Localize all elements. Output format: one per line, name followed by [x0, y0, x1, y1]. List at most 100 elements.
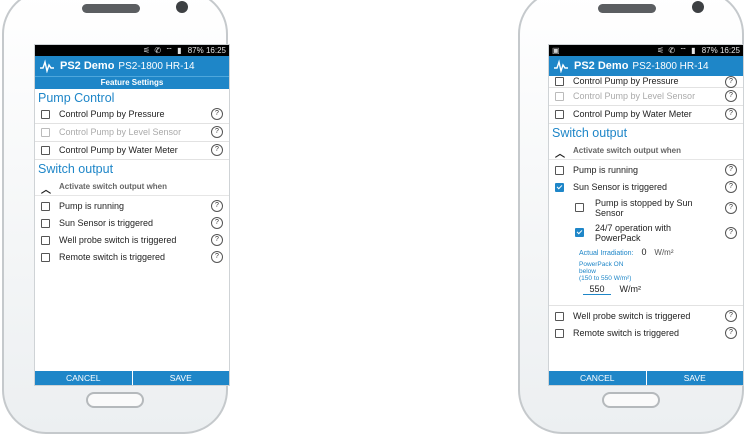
powerpack-line-1: PowerPack ON — [579, 261, 624, 268]
signal-icons: ⚟ ✆ ⌔ ▮ — [143, 46, 183, 55]
help-icon[interactable]: ? — [211, 251, 223, 263]
switch-item-label: Pump is running — [573, 165, 639, 175]
switch-item-remote[interactable]: Remote switch is triggered ? — [549, 325, 743, 342]
status-time: 16:25 — [205, 46, 226, 55]
help-icon[interactable]: ? — [211, 126, 223, 138]
help-icon[interactable]: ? — [725, 227, 737, 239]
status-time: 16:25 — [719, 46, 740, 55]
switch-item-label: Remote switch is triggered — [573, 328, 680, 338]
powerpack-threshold-unit: W/m² — [619, 284, 642, 294]
save-button[interactable]: SAVE — [646, 371, 743, 385]
sub-item-247-operation[interactable]: 24/7 operation with PowerPack ? — [549, 221, 743, 246]
checkbox[interactable] — [555, 312, 564, 321]
checkbox[interactable] — [41, 110, 50, 119]
help-icon[interactable]: ? — [725, 90, 737, 102]
phone-screen: ▣ ⚟ ✆ ⌔ ▮ 87% 16:25 PS2 Demo PS2-1800 HR… — [548, 44, 744, 386]
pump-item-pressure[interactable]: Control Pump by Pressure ? — [35, 106, 229, 124]
checkbox[interactable] — [41, 219, 50, 228]
button-bar: CANCEL SAVE — [35, 371, 229, 385]
switch-item-pump-running[interactable]: Pump is running ? — [549, 162, 743, 179]
checkbox-checked[interactable] — [575, 228, 584, 237]
sub-item-label: Pump is stopped by Sun Sensor — [595, 198, 693, 218]
help-icon[interactable]: ? — [211, 200, 223, 212]
app-logo-icon — [554, 59, 568, 73]
help-icon[interactable]: ? — [211, 108, 223, 120]
app-logo-icon — [40, 59, 54, 73]
pump-item-label: Control Pump by Level Sensor — [573, 91, 696, 101]
button-bar: CANCEL SAVE — [549, 371, 743, 385]
switch-item-label: Well probe switch is triggered — [573, 311, 691, 321]
right-phone: ▣ ⚟ ✆ ⌔ ▮ 87% 16:25 PS2 Demo PS2-1800 HR… — [518, 0, 744, 434]
phone-screen: ⚟ ✆ ⌔ ▮ 87% 16:25 PS2 Demo PS2-1800 HR-1… — [34, 44, 230, 386]
pump-item-label: Control Pump by Level Sensor — [59, 127, 182, 137]
powerpack-line-2: below — [579, 268, 596, 275]
front-camera — [176, 1, 188, 13]
checkbox[interactable] — [555, 166, 564, 175]
pump-item-label: Control Pump by Water Meter — [573, 109, 692, 119]
save-button[interactable]: SAVE — [132, 371, 229, 385]
switch-output-heading: Switch output — [38, 162, 114, 176]
checkbox[interactable] — [555, 110, 564, 119]
help-icon[interactable]: ? — [725, 310, 737, 322]
actual-irradiation: Actual Irradiation: 0 W/m² — [549, 246, 743, 258]
app-bar: PS2 Demo PS2-1800 HR-14 — [35, 56, 229, 76]
switch-item-label: Remote switch is triggered — [59, 252, 166, 262]
activate-switch-toggle[interactable]: ︿ Activate switch output when — [35, 177, 229, 196]
switch-item-label: Well probe switch is triggered — [59, 235, 177, 245]
help-icon[interactable]: ? — [211, 234, 223, 246]
sub-item-pump-stopped[interactable]: Pump is stopped by Sun Sensor ? — [549, 196, 743, 221]
left-phone: ⚟ ✆ ⌔ ▮ 87% 16:25 PS2 Demo PS2-1800 HR-1… — [2, 0, 230, 434]
speaker-grille — [598, 4, 656, 13]
pump-item-level-sensor: Control Pump by Level Sensor ? — [35, 124, 229, 142]
irradiation-label: Actual Irradiation: — [579, 250, 634, 257]
checkbox — [555, 92, 564, 101]
pump-item-pressure[interactable]: Control Pump by Pressure ? — [549, 76, 743, 88]
collapse-label: Activate switch output when — [59, 182, 168, 191]
switch-item-remote[interactable]: Remote switch is triggered ? — [35, 249, 229, 266]
help-icon[interactable]: ? — [725, 202, 737, 214]
home-button[interactable] — [86, 392, 144, 408]
switch-item-pump-running[interactable]: Pump is running ? — [35, 198, 229, 215]
pump-item-label: Control Pump by Water Meter — [59, 145, 178, 155]
activate-switch-toggle[interactable]: ︿ Activate switch output when — [549, 141, 743, 160]
help-icon[interactable]: ? — [725, 181, 737, 193]
checkbox[interactable] — [555, 329, 564, 338]
app-name: PS2 Demo — [574, 60, 629, 72]
irradiation-value: 0 — [641, 247, 647, 257]
help-icon[interactable]: ? — [725, 164, 737, 176]
help-icon[interactable]: ? — [211, 144, 223, 156]
switch-item-well-probe[interactable]: Well probe switch is triggered ? — [549, 308, 743, 325]
checkbox[interactable] — [41, 146, 50, 155]
switch-item-label: Pump is running — [59, 201, 125, 211]
divider — [549, 301, 743, 306]
checkbox[interactable] — [555, 77, 564, 86]
powerpack-threshold-input[interactable]: 550 — [583, 284, 611, 295]
checkbox-checked[interactable] — [555, 183, 564, 192]
pump-item-label: Control Pump by Pressure — [573, 76, 679, 86]
pump-item-water-meter[interactable]: Control Pump by Water Meter ? — [549, 106, 743, 124]
checkbox[interactable] — [41, 202, 50, 211]
help-icon[interactable]: ? — [725, 76, 737, 88]
checkbox — [41, 128, 50, 137]
checkbox[interactable] — [41, 253, 50, 262]
pump-item-water-meter[interactable]: Control Pump by Water Meter ? — [35, 142, 229, 160]
app-model: PS2-1800 HR-14 — [118, 60, 195, 72]
checkbox[interactable] — [575, 203, 584, 212]
cancel-button[interactable]: CANCEL — [35, 371, 133, 385]
switch-item-well-probe[interactable]: Well probe switch is triggered ? — [35, 232, 229, 249]
collapse-label: Activate switch output when — [573, 146, 682, 155]
pump-control-heading: Pump Control — [38, 91, 115, 105]
help-icon[interactable]: ? — [211, 217, 223, 229]
checkbox[interactable] — [41, 236, 50, 245]
switch-item-sun-sensor[interactable]: Sun Sensor is triggered ? — [549, 179, 743, 196]
powerpack-threshold: 550 W/m² — [549, 284, 743, 301]
powerpack-line-3: (150 to 550 W/m²) — [579, 275, 632, 282]
home-button[interactable] — [602, 392, 660, 408]
cancel-button[interactable]: CANCEL — [549, 371, 647, 385]
help-icon[interactable]: ? — [725, 327, 737, 339]
help-icon[interactable]: ? — [725, 108, 737, 120]
chevron-up-icon: ︿ — [555, 149, 565, 160]
battery-percent: 87% — [187, 46, 204, 55]
sub-item-label: 24/7 operation with PowerPack — [595, 223, 672, 243]
switch-item-sun-sensor[interactable]: Sun Sensor is triggered ? — [35, 215, 229, 232]
